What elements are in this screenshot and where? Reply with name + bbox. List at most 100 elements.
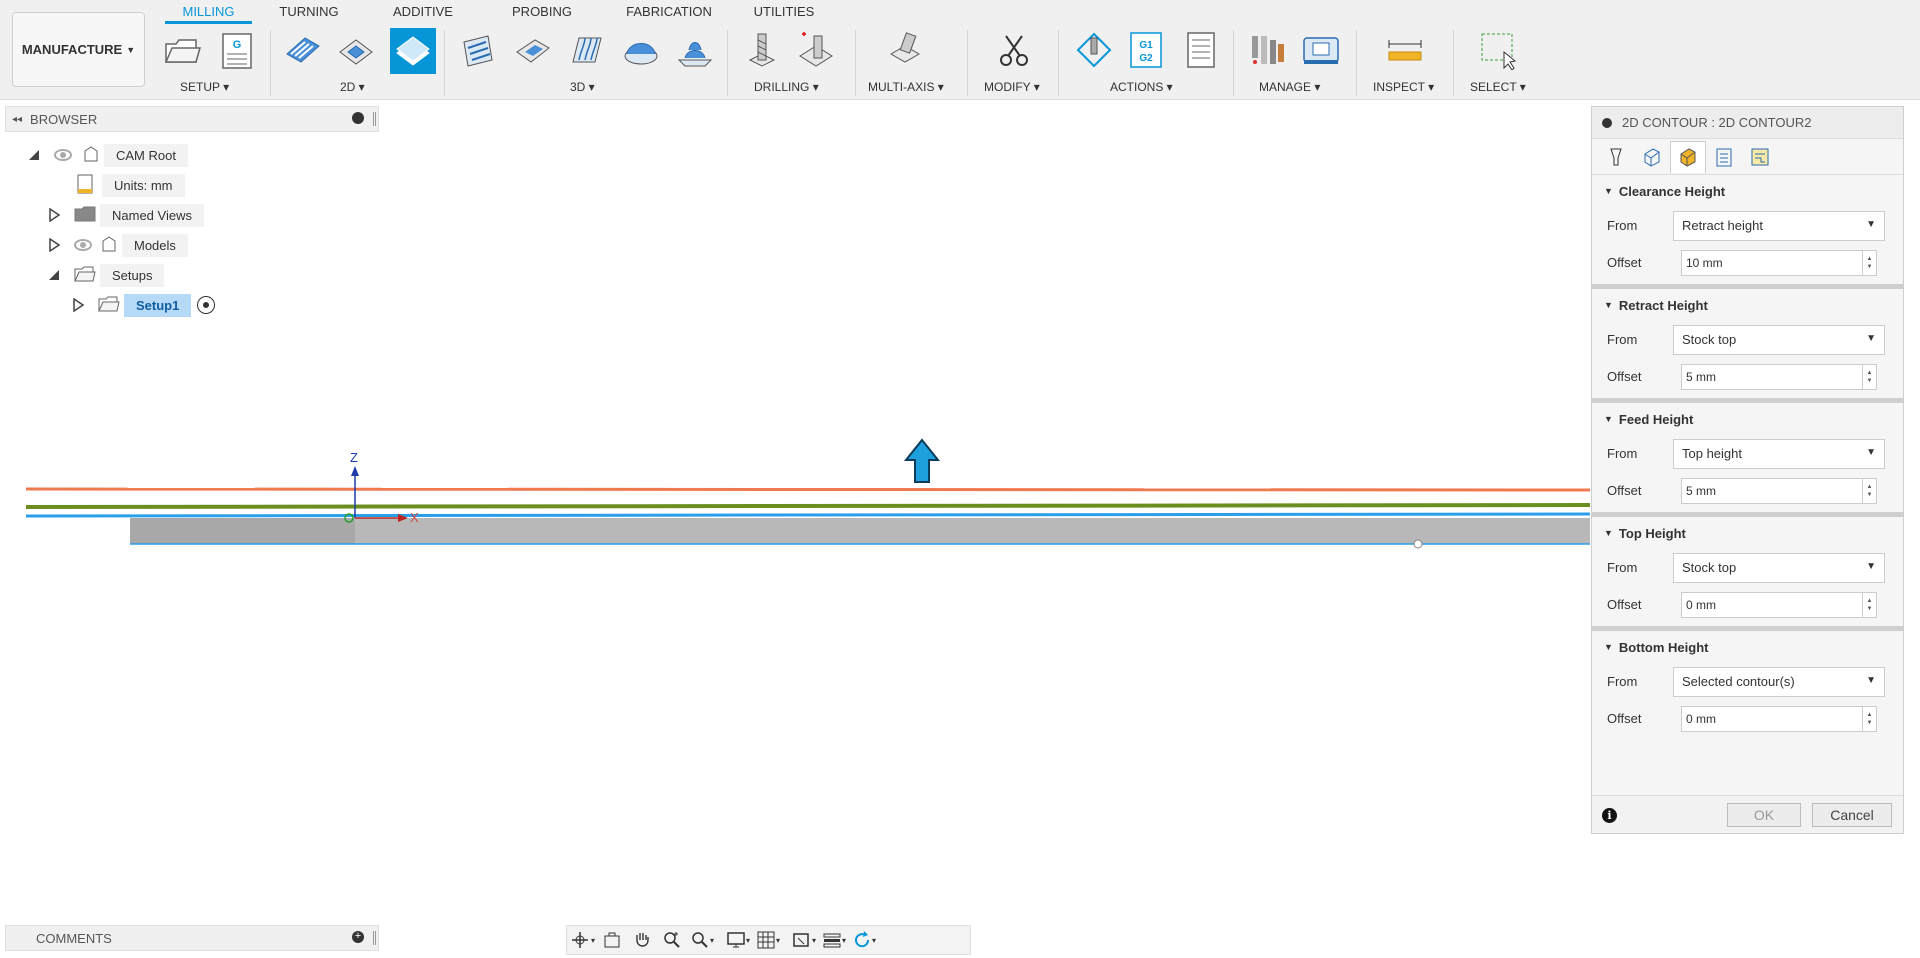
- tab-geometry[interactable]: [1634, 141, 1670, 173]
- panel-grip-icon[interactable]: [373, 931, 376, 945]
- 2d-group-label[interactable]: 2D ▾: [340, 80, 365, 94]
- tool-library-tool[interactable]: [1247, 28, 1289, 72]
- tab-passes[interactable]: [1706, 141, 1742, 173]
- zoom-window-icon[interactable]: ▾: [687, 927, 717, 953]
- hole-recognition-tool[interactable]: [795, 28, 837, 72]
- tab-milling[interactable]: MILLING: [165, 0, 252, 24]
- multi-axis-group-label[interactable]: MULTI-AXIS ▾: [868, 80, 944, 94]
- minimize-icon[interactable]: [1602, 117, 1612, 128]
- clearance-offset-input[interactable]: 10 mm ▲ ▼: [1681, 249, 1877, 276]
- pan-hand-icon[interactable]: [627, 927, 657, 953]
- 3d-contour-tool[interactable]: [674, 28, 716, 72]
- nc-program-tool[interactable]: G: [216, 28, 258, 72]
- clearance-from-row: From Retract height ▼: [1592, 207, 1903, 244]
- select-group-label[interactable]: SELECT ▾: [1470, 80, 1526, 94]
- simulate-tool[interactable]: [1073, 28, 1115, 72]
- drilling-group-label[interactable]: DRILLING ▾: [754, 80, 819, 94]
- grid-icon[interactable]: ▾: [753, 927, 783, 953]
- modify-tool[interactable]: [993, 28, 1035, 72]
- section-top-height[interactable]: ▼ Top Height: [1592, 517, 1903, 549]
- bottom-offset-input[interactable]: 0 mm ▲ ▼: [1681, 705, 1877, 732]
- pivot-point[interactable]: [1413, 539, 1423, 549]
- retract-from-select[interactable]: Stock top ▼: [1673, 324, 1885, 355]
- measure-tool[interactable]: [1384, 28, 1426, 72]
- info-icon[interactable]: i: [1602, 808, 1617, 823]
- inspect-group-label[interactable]: INSPECT ▾: [1373, 80, 1434, 94]
- clearance-from-select[interactable]: Retract height ▼: [1673, 210, 1885, 241]
- workspace-switcher[interactable]: MANUFACTURE ▼: [12, 12, 145, 87]
- actions-group-label[interactable]: ACTIONS ▾: [1110, 80, 1173, 94]
- tab-tool[interactable]: [1598, 141, 1634, 173]
- ok-button[interactable]: OK: [1727, 803, 1801, 827]
- z-axis-arrow: [351, 466, 359, 476]
- tab-heights[interactable]: [1670, 140, 1706, 173]
- layers-icon[interactable]: ▾: [819, 927, 849, 953]
- manage-group-label[interactable]: MANAGE ▾: [1259, 80, 1320, 94]
- post-process-tool[interactable]: G1 G2: [1125, 28, 1167, 72]
- top-offset-input[interactable]: 0 mm ▲ ▼: [1681, 591, 1877, 618]
- inspect-label: INSPECT: [1373, 80, 1425, 94]
- select-value: Top height: [1682, 446, 1742, 461]
- drill-tool[interactable]: [741, 28, 783, 72]
- input-value: 10 mm: [1686, 255, 1723, 270]
- 2d-adaptive-tool[interactable]: [282, 28, 324, 72]
- 3d-parallel-tool[interactable]: [566, 28, 608, 72]
- caret-down-icon: ▼: [1604, 300, 1613, 310]
- machine-library-tool[interactable]: [1300, 28, 1342, 72]
- cancel-button[interactable]: Cancel: [1812, 803, 1892, 827]
- 2d-pocket-tool[interactable]: [335, 28, 377, 72]
- caret-down-icon: ▼: [1866, 332, 1876, 344]
- section-bottom-height[interactable]: ▼ Bottom Height: [1592, 631, 1903, 663]
- bottom-from-select[interactable]: Selected contour(s) ▼: [1673, 666, 1885, 697]
- 2d-contour-tool[interactable]: [390, 28, 436, 74]
- caret-down-icon: ▼: [1604, 414, 1613, 424]
- tab-turning[interactable]: TURNING: [252, 0, 366, 24]
- tab-utilities[interactable]: UTILITIES: [734, 0, 834, 24]
- multi-axis-tool[interactable]: [884, 28, 926, 72]
- setup-folder-tool[interactable]: [161, 28, 203, 72]
- caret-down-icon: ▼: [1866, 674, 1876, 686]
- spinner-icon[interactable]: ▲ ▼: [1862, 592, 1876, 617]
- look-at-icon[interactable]: [597, 927, 627, 953]
- 3d-pocket-tool[interactable]: [512, 28, 554, 72]
- feed-offset-input[interactable]: 5 mm ▲ ▼: [1681, 477, 1877, 504]
- spinner-icon[interactable]: ▲ ▼: [1862, 250, 1876, 275]
- retract-offset-input[interactable]: 5 mm ▲ ▼: [1681, 363, 1877, 390]
- select-tool[interactable]: [1477, 28, 1519, 72]
- setup-group-label[interactable]: SETUP ▾: [180, 80, 229, 94]
- simulate-icon: [1076, 32, 1112, 68]
- spinner-icon[interactable]: ▲ ▼: [1862, 478, 1876, 503]
- orbit-icon[interactable]: ▾: [567, 927, 597, 953]
- setup-sheet-tool[interactable]: [1180, 28, 1222, 72]
- tab-fabrication[interactable]: FABRICATION: [604, 0, 734, 24]
- heights-tab-icon: [1680, 148, 1696, 167]
- clearance-offset-row: Offset 10 mm ▲ ▼: [1592, 244, 1903, 281]
- setup-label: SETUP: [180, 80, 220, 94]
- refresh-icon[interactable]: ▾: [849, 927, 879, 953]
- divider: [967, 30, 968, 96]
- top-from-select[interactable]: Stock top ▼: [1673, 552, 1885, 583]
- spinner-icon[interactable]: ▲ ▼: [1862, 706, 1876, 731]
- tab-linking[interactable]: [1742, 141, 1778, 173]
- 3d-adaptive-tool[interactable]: [457, 28, 499, 72]
- section-retract-height[interactable]: ▼ Retract Height: [1592, 289, 1903, 321]
- 3d-group-label[interactable]: 3D ▾: [570, 80, 595, 94]
- comments-title: COMMENTS: [36, 930, 112, 946]
- feed-from-select[interactable]: Top height ▼: [1673, 438, 1885, 469]
- viewport-canvas[interactable]: Z X: [0, 100, 1590, 920]
- height-drag-arrow-icon[interactable]: [903, 438, 941, 483]
- viewports-icon[interactable]: ▾: [789, 927, 819, 953]
- add-comment-icon[interactable]: +: [352, 931, 364, 943]
- from-label: From: [1607, 218, 1638, 233]
- zoom-icon[interactable]: [657, 927, 687, 953]
- section-clearance-height[interactable]: ▼ Clearance Height: [1592, 175, 1903, 207]
- spinner-icon[interactable]: ▲ ▼: [1862, 364, 1876, 389]
- tool-library-icon: [1252, 36, 1284, 64]
- section-feed-height[interactable]: ▼ Feed Height: [1592, 403, 1903, 435]
- retract-offset-row: Offset 5 mm ▲ ▼: [1592, 358, 1903, 395]
- tab-probing[interactable]: PROBING: [480, 0, 604, 24]
- display-settings-icon[interactable]: ▾: [723, 927, 753, 953]
- 3d-scallop-tool[interactable]: [620, 28, 662, 72]
- tab-additive[interactable]: ADDITIVE: [366, 0, 480, 24]
- modify-group-label[interactable]: MODIFY ▾: [984, 80, 1040, 94]
